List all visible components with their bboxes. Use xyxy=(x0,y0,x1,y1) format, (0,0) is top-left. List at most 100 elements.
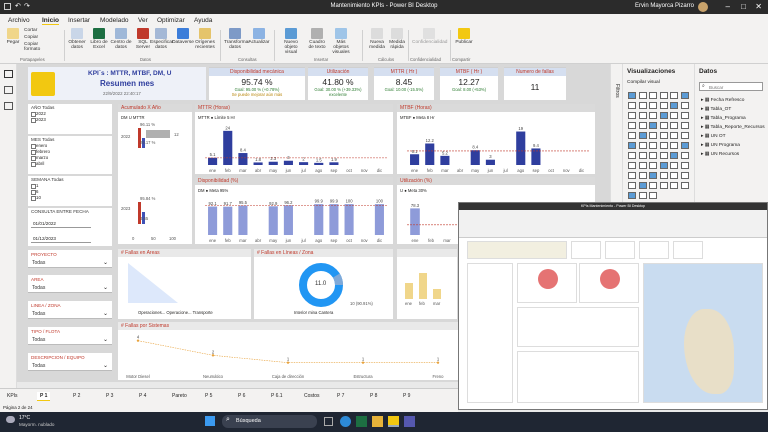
table-view-icon[interactable] xyxy=(4,86,13,94)
excel-app-icon[interactable] xyxy=(356,416,367,427)
table-item[interactable]: ▸ ▦ UN Recursos xyxy=(701,152,739,157)
chart-fallas-lineas[interactable]: # Fallas en Líneas / Zona 11.0 10 (90.91… xyxy=(254,249,393,319)
visual-type-icon[interactable] xyxy=(638,172,647,179)
search-input[interactable]: ⌕ Buscar xyxy=(699,82,763,91)
table-item[interactable]: ▸ ▦ UN OT xyxy=(701,134,726,139)
visual-type-icon[interactable] xyxy=(659,142,668,149)
visual-type-icon[interactable] xyxy=(638,152,647,159)
excel-button[interactable]: Libro de Excel xyxy=(88,28,110,50)
visual-type-icon[interactable] xyxy=(638,142,647,149)
enter-data-button[interactable]: Especificar datos xyxy=(150,28,173,50)
chart-mttr[interactable]: MTTR (Horas) MTTR ● Límite 5 Hr 5.1 ene 24… xyxy=(195,104,393,174)
visual-type-icon[interactable] xyxy=(659,132,668,139)
visual-type-icon[interactable] xyxy=(670,142,678,149)
page-tab[interactable]: P 6 xyxy=(235,392,248,400)
visual-type-icon[interactable] xyxy=(649,92,657,99)
visual-type-icon[interactable] xyxy=(628,112,636,119)
page-tab[interactable]: Costos xyxy=(301,392,323,400)
page-tab[interactable]: Pareto xyxy=(169,392,190,400)
chart-fallas-sistemas[interactable]: # Fallas por Sistemas 4 Motor Diesel 2 Neum… xyxy=(118,322,458,380)
tab-insertar[interactable]: Insertar xyxy=(68,17,90,24)
format-painter-button[interactable]: Copiar formato xyxy=(24,42,48,52)
visual-type-icon[interactable] xyxy=(659,102,668,109)
page-tab[interactable]: P 4 xyxy=(136,392,149,400)
tab-modelado[interactable]: Modelado xyxy=(100,17,129,24)
visual-type-icon[interactable] xyxy=(680,152,689,159)
visual-type-icon[interactable] xyxy=(659,172,668,179)
slicer-week[interactable]: SEMANA Todas 1 6 10 xyxy=(28,176,112,206)
visual-type-icon[interactable] xyxy=(680,102,689,109)
page-tab[interactable]: P 2 xyxy=(70,392,83,400)
data-hub-button[interactable]: Centro de datos xyxy=(110,28,132,50)
page-tab[interactable]: P 7 xyxy=(334,392,347,400)
visual-type-icon[interactable] xyxy=(638,182,647,189)
visual-type-icon[interactable] xyxy=(659,92,668,99)
page-tab[interactable]: P 6.1 xyxy=(268,392,286,400)
visual-type-icon[interactable] xyxy=(680,172,689,179)
windows-start-icon[interactable] xyxy=(205,416,215,426)
browser-icon[interactable] xyxy=(340,416,351,427)
page-tab[interactable]: P 3 xyxy=(103,392,116,400)
page-tab[interactable]: P 5 xyxy=(202,392,215,400)
visual-type-icon[interactable] xyxy=(680,112,689,119)
visual-type-icon[interactable] xyxy=(628,182,636,189)
visual-type-icon[interactable] xyxy=(670,122,678,129)
publish-button[interactable]: Publicar xyxy=(453,28,475,45)
visual-type-icon[interactable] xyxy=(649,132,657,139)
user-name[interactable]: Ervin Mayorca Pizarro xyxy=(635,3,694,9)
visual-type-icon[interactable] xyxy=(659,162,668,169)
visual-type-icon[interactable] xyxy=(670,152,678,159)
visual-type-icon[interactable] xyxy=(628,122,636,129)
chart-fallas-mes[interactable]: ene feb mar xyxy=(397,249,457,319)
visual-type-icon[interactable] xyxy=(638,102,647,109)
visual-type-icon[interactable] xyxy=(680,142,689,149)
date-from-input[interactable]: 01/01/2022 xyxy=(31,220,91,228)
visual-type-icon[interactable] xyxy=(649,182,657,189)
dropdown-proyecto[interactable]: PROYECTO Todas ⌄ xyxy=(28,250,112,268)
visual-type-icon[interactable] xyxy=(628,172,636,179)
visual-type-icon[interactable] xyxy=(649,122,657,129)
visual-type-icon[interactable] xyxy=(659,152,668,159)
visual-type-icon[interactable] xyxy=(649,152,657,159)
tab-archivo[interactable]: Archivo xyxy=(8,17,30,24)
chart-disponibilidad[interactable]: Disponibilidad (%) DM ● Meta 95% 92.1 ene… xyxy=(195,177,393,244)
visual-type-icon[interactable] xyxy=(638,192,647,199)
visual-type-icon[interactable] xyxy=(680,122,689,129)
visual-type-icon[interactable] xyxy=(659,122,668,129)
model-view-icon[interactable] xyxy=(4,102,13,110)
dropdown-linea[interactable]: LINEA / ZONA Todas ⌄ xyxy=(28,301,112,319)
avatar[interactable] xyxy=(698,2,708,12)
chart-fallas-areas[interactable]: # Fallas en Areas Operaciones... Operaci… xyxy=(118,249,251,319)
paste-button[interactable]: Pegar xyxy=(2,28,24,45)
powerbi-app-icon[interactable] xyxy=(388,416,399,427)
visual-type-icon[interactable] xyxy=(680,162,689,169)
page-tab[interactable]: P 9 xyxy=(400,392,413,400)
dropdown-tipo[interactable]: TIPO / FLOTA Todas ⌄ xyxy=(28,327,112,345)
report-view-icon[interactable] xyxy=(4,70,13,78)
transform-data-button[interactable]: Transformar datos xyxy=(224,28,250,50)
visual-type-icon[interactable] xyxy=(670,102,678,109)
table-item[interactable]: ▸ ▦ Tabla_Reporte_Recursos xyxy=(701,125,765,130)
text-box-button[interactable]: Cuadro de texto xyxy=(306,28,328,50)
visual-type-icon[interactable] xyxy=(680,92,689,99)
new-visual-button[interactable]: Nuevo objeto visual xyxy=(280,28,302,55)
kpi-disponibilidad[interactable]: Disponibilidad mecánica 95.74 % Goal: 95… xyxy=(209,67,305,100)
visual-type-icon[interactable] xyxy=(649,162,657,169)
visual-type-icon[interactable] xyxy=(628,192,636,199)
copy-button[interactable]: Copiar xyxy=(24,35,46,40)
dataverse-button[interactable]: Dataverse xyxy=(172,28,194,45)
maximize-icon[interactable]: □ xyxy=(741,2,746,11)
visual-type-icon[interactable] xyxy=(638,92,647,99)
tab-optimizar[interactable]: Optimizar xyxy=(157,17,185,24)
visual-type-icon[interactable] xyxy=(670,92,678,99)
dropdown-area[interactable]: AREA Todas ⌄ xyxy=(28,275,112,293)
get-data-button[interactable]: Obtener datos xyxy=(66,28,88,50)
visual-type-icon[interactable] xyxy=(638,122,647,129)
visual-type-icon[interactable] xyxy=(649,142,657,149)
new-measure-button[interactable]: Nueva medida xyxy=(366,28,388,50)
teams-icon[interactable] xyxy=(404,416,415,427)
table-item[interactable]: ▸ ▦ Fecha Refresco xyxy=(701,98,744,103)
chart-mtbf[interactable]: MTBF (Horas) MTBF ● Meta 8 Hr 6.1 ene 12.2… xyxy=(397,104,595,174)
visual-type-icon[interactable] xyxy=(628,142,636,149)
cut-button[interactable]: Cortar xyxy=(24,28,46,33)
